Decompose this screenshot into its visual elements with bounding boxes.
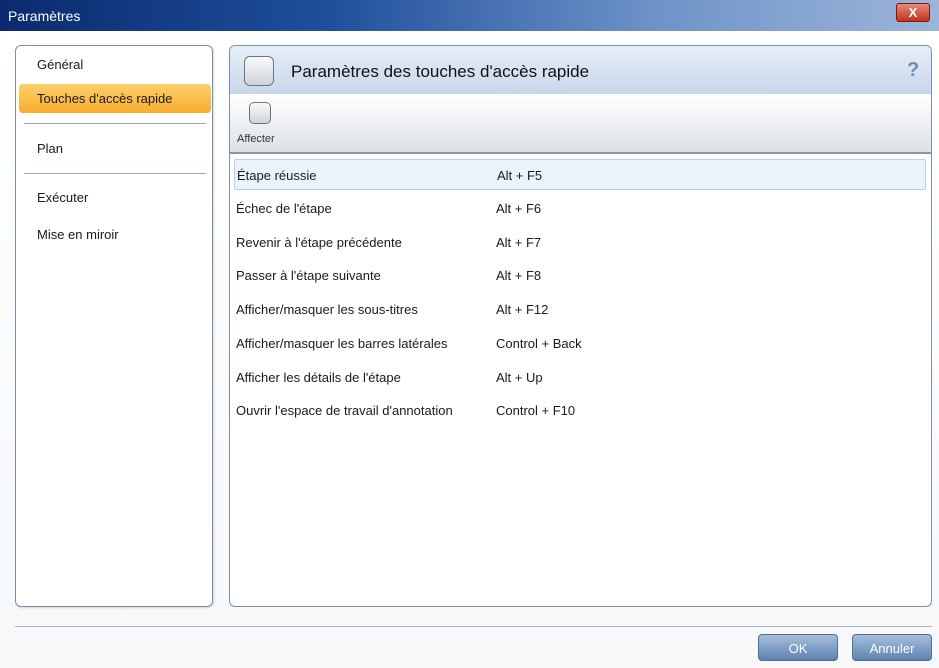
- title-bar: Paramètres X: [0, 0, 939, 31]
- shortcut-row[interactable]: Afficher/masquer les barres latérales Co…: [234, 328, 926, 359]
- shortcut-row[interactable]: Afficher les détails de l'étape Alt + Up: [234, 362, 926, 393]
- sidebar-item-hotkeys[interactable]: Touches d'accès rapide: [19, 84, 211, 113]
- shortcut-row[interactable]: Étape réussie Alt + F5: [234, 159, 926, 190]
- assign-label: Affecter: [237, 133, 275, 145]
- shortcut-name: Afficher/masquer les sous-titres: [236, 302, 418, 317]
- settings-sidebar: Général Touches d'accès rapide Plan Exéc…: [15, 45, 213, 607]
- shortcut-row[interactable]: Passer à l'étape suivante Alt + F8: [234, 260, 926, 291]
- shortcut-key: Alt + Up: [496, 370, 543, 385]
- shortcut-row[interactable]: Ouvrir l'espace de travail d'annotation …: [234, 395, 926, 426]
- shortcut-name: Échec de l'étape: [236, 201, 332, 216]
- sidebar-item-label: Mise en miroir: [37, 227, 119, 242]
- help-icon[interactable]: ?: [907, 59, 919, 82]
- ok-button[interactable]: OK: [758, 634, 838, 661]
- shortcut-key: Alt + F8: [496, 268, 542, 283]
- shortcut-name: Afficher les détails de l'étape: [236, 370, 401, 385]
- sidebar-item-label: Exécuter: [37, 190, 89, 205]
- shortcut-key: Alt + F6: [496, 201, 542, 216]
- hotkeys-panel: Paramètres des touches d'accès rapide ? …: [229, 45, 932, 607]
- assign-button[interactable]: Affecter: [232, 96, 292, 148]
- shortcut-name: Revenir à l'étape précédente: [236, 235, 402, 250]
- sidebar-item-label: Touches d'accès rapide: [37, 91, 173, 106]
- shortcut-name: Ouvrir l'espace de travail d'annotation: [236, 403, 453, 418]
- sidebar-divider: [24, 123, 206, 124]
- sidebar-item-execute[interactable]: Exécuter: [19, 183, 211, 212]
- shortcut-name: Étape réussie: [237, 168, 317, 183]
- footer-divider: [15, 626, 932, 627]
- shortcut-key: Alt + F7: [496, 235, 542, 250]
- cancel-button[interactable]: Annuler: [852, 634, 932, 661]
- shortcut-row[interactable]: Revenir à l'étape précédente Alt + F7: [234, 227, 926, 258]
- shortcut-key: Control + F10: [496, 403, 576, 418]
- assign-icon: [249, 102, 271, 124]
- shortcut-row[interactable]: Échec de l'étape Alt + F6: [234, 193, 926, 224]
- window-title: Paramètres: [8, 8, 81, 24]
- shortcut-key: Control + Back: [496, 336, 582, 351]
- sidebar-item-mirroring[interactable]: Mise en miroir: [19, 220, 211, 249]
- panel-toolbar: Affecter: [230, 94, 931, 154]
- sidebar-item-label: Général: [37, 57, 84, 72]
- panel-header: Paramètres des touches d'accès rapide ?: [230, 46, 931, 95]
- shortcut-row[interactable]: Afficher/masquer les sous-titres Alt + F…: [234, 294, 926, 325]
- shortcut-name: Afficher/masquer les barres latérales: [236, 336, 448, 351]
- sidebar-item-general[interactable]: Général: [19, 50, 211, 79]
- sidebar-item-plan[interactable]: Plan: [19, 134, 211, 163]
- shortcut-key: Alt + F5: [497, 168, 543, 183]
- close-button[interactable]: X: [896, 3, 930, 22]
- panel-title: Paramètres des touches d'accès rapide: [291, 62, 590, 81]
- shortcut-name: Passer à l'étape suivante: [236, 268, 381, 283]
- sidebar-item-label: Plan: [37, 141, 64, 156]
- shortcut-key: Alt + F12: [496, 302, 549, 317]
- sidebar-divider: [24, 173, 206, 174]
- panel-icon: [244, 56, 274, 86]
